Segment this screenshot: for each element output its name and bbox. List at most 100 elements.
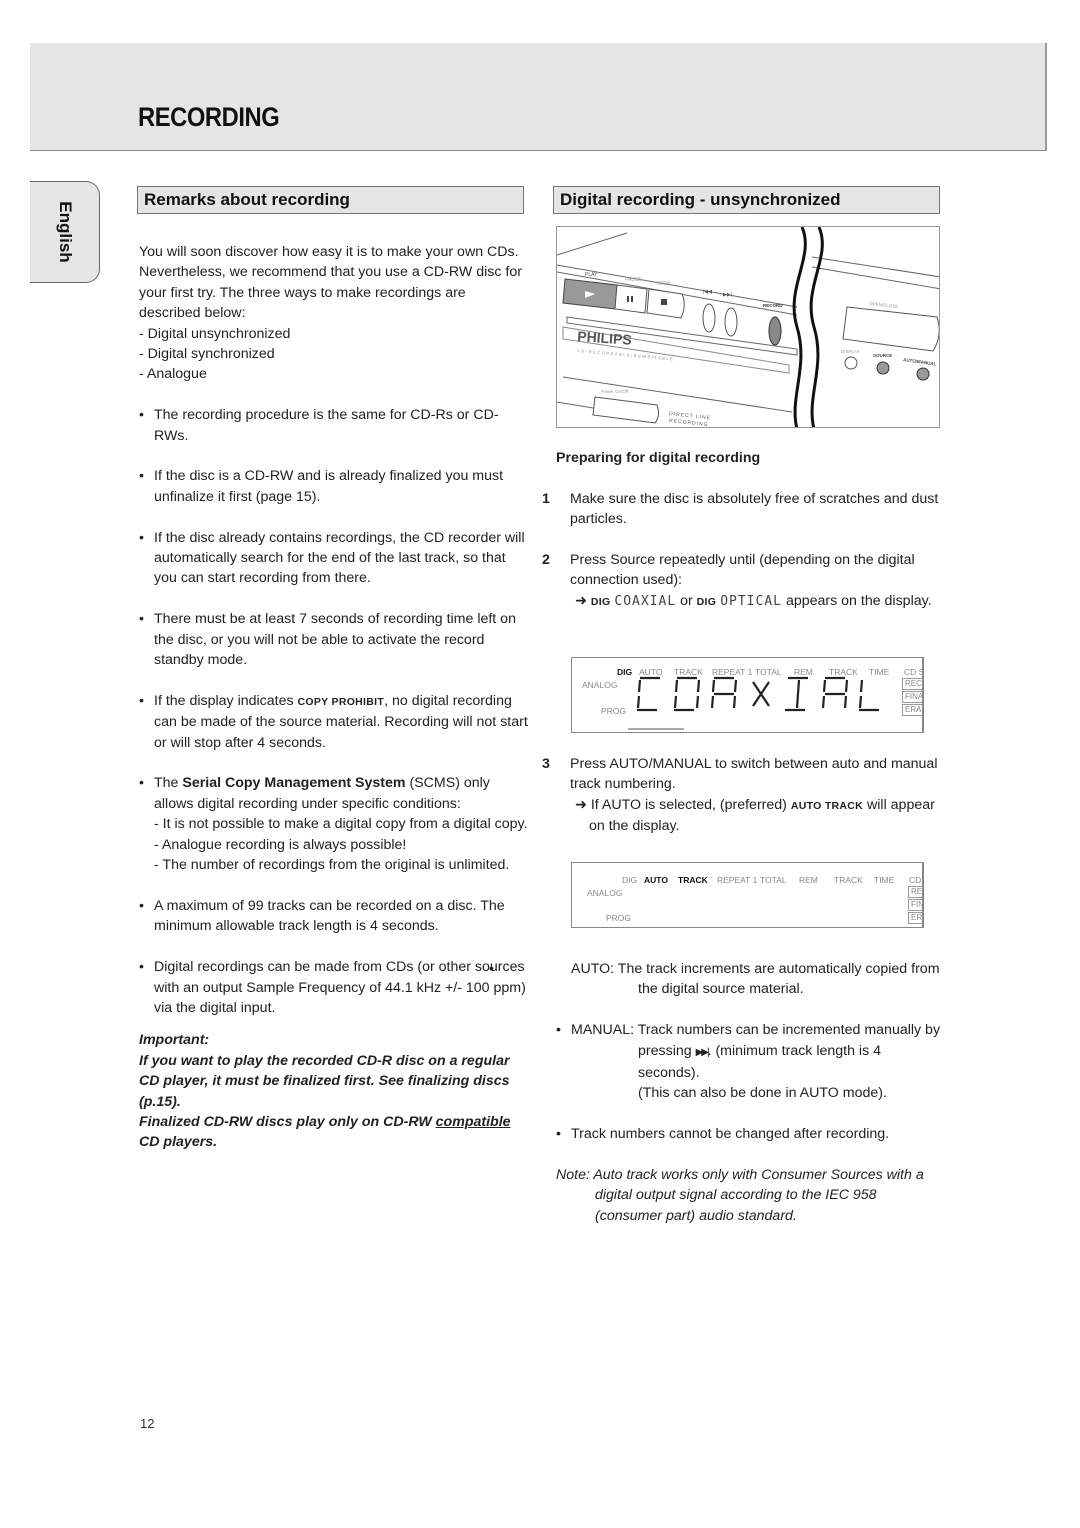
right-column-step3: 3 Press AUTO/MANUAL to switch between aut… [542, 754, 942, 837]
text: or [676, 592, 697, 609]
lcd-auto: AUTO [644, 875, 668, 885]
lcd-track-2: TRACK [834, 875, 863, 885]
lcd-fina-box: FINA [902, 691, 922, 703]
level-meter [628, 728, 684, 730]
auto-text: The track increments are automatically c… [617, 961, 940, 998]
intro-paragraph: You will soon discover how easy it is to… [139, 244, 522, 322]
way-item: - Digital synchronized [139, 346, 275, 363]
lcd-cd: CD S [909, 875, 922, 885]
text: pressing [638, 1042, 696, 1059]
lcd-cd: CD S [904, 667, 924, 677]
step-number: 3 [542, 756, 550, 772]
prev-label: |◀◀ [703, 289, 712, 295]
auto-manual-label: AUTO/MANUAL [903, 357, 937, 367]
lcd-segment [696, 679, 701, 693]
right-column-steps: Preparing for digital recording 1 Make su… [542, 448, 942, 612]
lcd-time: TIME [874, 875, 895, 885]
device-illustration: PLAY PAUSE STOP |◀◀ ▶▶| RECORD PHILIPS C… [556, 226, 940, 428]
dig-code: DIG [590, 595, 611, 608]
device-subtitle: CD-RECORDABLE/REWRITABLE [577, 348, 675, 361]
language-tab[interactable]: English [30, 181, 100, 283]
manual-mode-item: MANUAL: Track numbers can be incremented… [556, 1020, 942, 1041]
lcd-segment [636, 695, 641, 709]
manual-text-auto: (This can also be done in AUTO mode). [638, 1085, 887, 1102]
step-2-result: ➜ DIG COAXIAL or DIG OPTICAL appears on … [556, 591, 942, 612]
lcd-era-box: ERA [902, 704, 922, 716]
lcd-char [636, 676, 660, 712]
sub-heading: Preparing for digital recording [556, 450, 761, 466]
lcd-segment [695, 695, 700, 709]
scms-condition: - It is not possible to make a digital c… [154, 816, 528, 833]
philips-logo: PHILIPS [577, 328, 632, 348]
step-text: Press AUTO/MANUAL to switch between auto… [570, 756, 938, 793]
compatible-text: compatible [435, 1113, 511, 1130]
text: Finalized CD-RW discs play only on CD-RW [139, 1113, 436, 1130]
manual-text: Track numbers can be incremented manuall… [637, 1022, 941, 1039]
lcd-segment [844, 679, 849, 693]
lcd-segment [822, 679, 827, 693]
text: CD players. [139, 1134, 218, 1151]
bullet-item: If the disc already contains recordings,… [139, 528, 531, 589]
stop-label: STOP [657, 281, 671, 287]
step-number: 2 [542, 552, 550, 568]
way-item: - Digital unsynchronized [139, 325, 291, 342]
text: If the display indicates [154, 692, 298, 709]
lcd-segment [710, 695, 715, 709]
lcd-rem: REM [799, 875, 818, 885]
lcd-era-box: ER [908, 912, 922, 924]
bullet-item: A maximum of 99 tracks can be recorded o… [139, 896, 531, 937]
lcd-segment [733, 679, 738, 693]
copy-prohibit-code: COPY PROHIBIT [297, 695, 385, 708]
step-3-result: ➜ If AUTO is selected, (preferred) AUTO … [556, 795, 942, 837]
lcd-segment [732, 695, 737, 709]
dig-code: DIG [696, 595, 717, 608]
page-title: RECORDING [138, 102, 280, 132]
display-button [844, 356, 858, 370]
right-column-notes: AUTO: The track increments are automatic… [556, 959, 942, 1226]
lcd-prog: PROG [601, 706, 627, 716]
auto-label: AUTO: [571, 961, 615, 977]
lcd-segment [821, 695, 826, 709]
lcd-segment [858, 695, 863, 709]
bullet-item: There must be at least 7 seconds of reco… [139, 609, 531, 670]
lcd-char [858, 679, 879, 712]
scms-term: Serial Copy Management System [182, 775, 406, 792]
lcd-segment [637, 679, 642, 693]
lcd-dig: DIG [617, 667, 633, 677]
bullet-item-copy-prohibit: If the display indicates COPY PROHIBIT, … [139, 691, 531, 753]
power-button [592, 396, 660, 424]
source-button [876, 361, 890, 375]
open-close-label: OPEN/CLOSE [869, 301, 899, 309]
auto-mode-item: AUTO: The track increments are automatic… [556, 959, 942, 1000]
lcd-char [710, 676, 738, 709]
header-band [30, 43, 1047, 151]
play-label: PLAY [585, 272, 598, 278]
lcd-segment [795, 679, 801, 709]
lcd-fina-box: FINA [908, 899, 922, 911]
way-item: - Analogue [139, 366, 207, 383]
text: The [154, 775, 183, 792]
lcd-segment [673, 695, 678, 709]
prev-button [702, 303, 716, 333]
lcd-rec-box: RECO [902, 678, 922, 690]
page-number: 12 [140, 1416, 155, 1431]
section-heading-remarks: Remarks about recording [137, 186, 524, 214]
step-text: Make sure the disc is absolutely free of… [570, 490, 939, 528]
lcd-analog: ANALOG [582, 680, 618, 690]
lcd-prog: PROG [606, 913, 632, 923]
lcd-repeat: REPEAT 1 [717, 875, 758, 885]
scms-condition: - The number of recordings from the orig… [154, 857, 510, 874]
section-heading-digital-unsync: Digital recording - unsynchronized [553, 186, 940, 214]
lcd-display-coaxial: DIG AUTO TRACK REPEAT 1 TOTAL REM TRACK … [571, 657, 924, 733]
lcd-total: TOTAL [760, 875, 787, 885]
lcd-char [821, 676, 849, 709]
lcd-segment [711, 679, 716, 693]
bullet-item: The recording procedure is the same for … [139, 405, 531, 446]
important-text-rw: Finalized CD-RW discs play only on CD-RW… [139, 1112, 531, 1153]
important-text: If you want to play the recorded CD-R di… [139, 1052, 510, 1110]
lcd-segment-text [636, 676, 879, 712]
left-column: You will soon discover how easy it is to… [139, 242, 531, 1153]
step-text: Press Source repeatedly until (depending… [570, 552, 915, 589]
lcd-optical: OPTICAL [720, 593, 782, 609]
lcd-char [673, 676, 701, 712]
